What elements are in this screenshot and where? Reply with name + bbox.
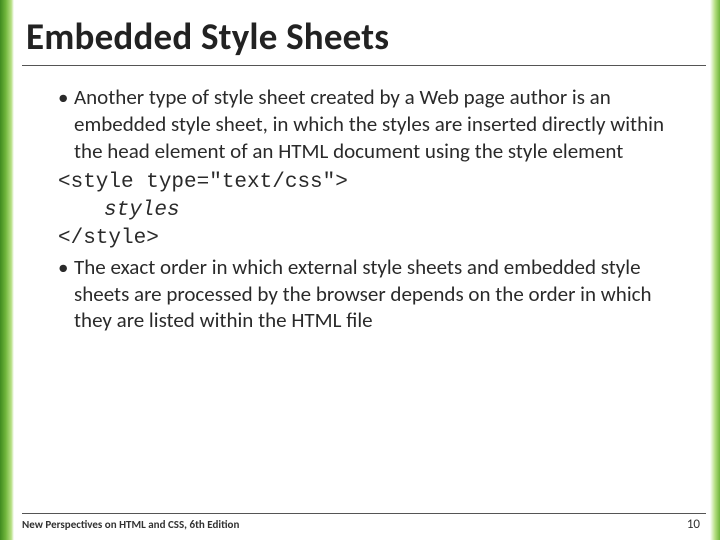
slide-title: Embedded Style Sheets <box>22 0 706 66</box>
left-accent-bar <box>0 0 14 540</box>
right-accent-bar <box>710 0 720 540</box>
slide: Embedded Style Sheets Another type of st… <box>0 0 720 540</box>
bullet-item: The exact order in which external style … <box>58 254 678 335</box>
code-body: styles <box>58 197 678 225</box>
slide-body: Another type of style sheet created by a… <box>22 66 706 334</box>
slide-inner: Embedded Style Sheets Another type of st… <box>22 0 706 540</box>
slide-footer: New Perspectives on HTML and CSS, 6th Ed… <box>22 513 706 532</box>
footer-book-title: New Perspectives on HTML and CSS, 6th Ed… <box>22 518 239 531</box>
bullet-item: Another type of style sheet created by a… <box>58 84 678 165</box>
code-open-tag: <style type="text/css"> <box>58 169 678 197</box>
code-close-tag: </style> <box>58 225 678 253</box>
footer-page-number: 10 <box>687 517 706 532</box>
